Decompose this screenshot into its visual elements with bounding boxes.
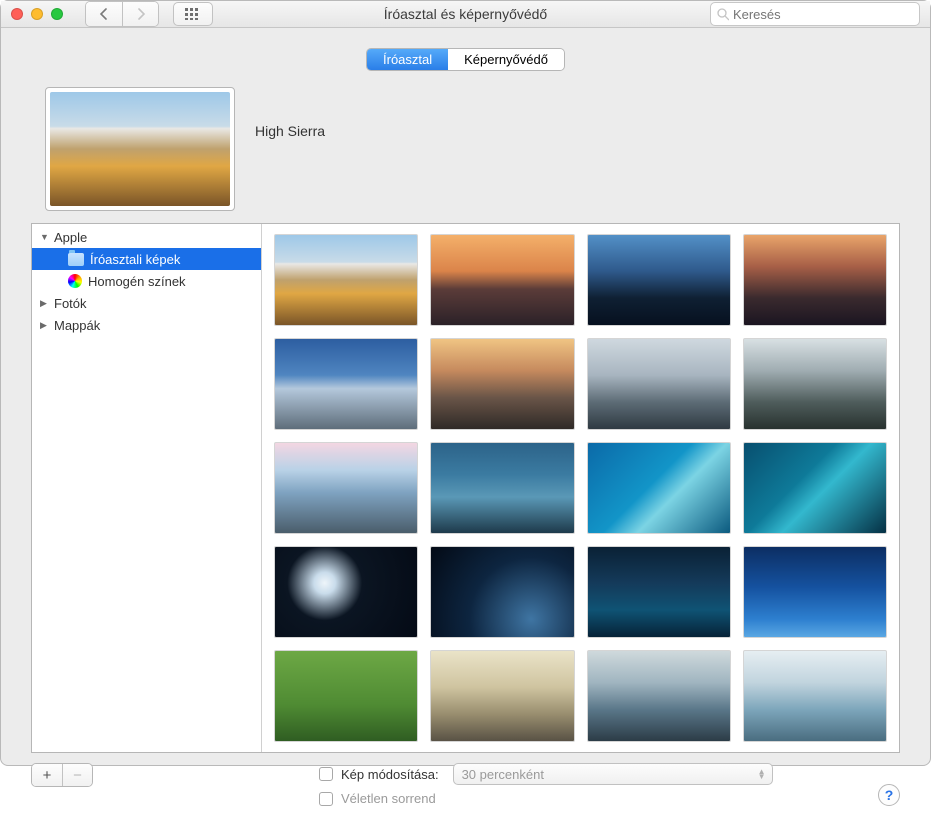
wallpaper-thumb[interactable]	[587, 442, 731, 534]
wallpaper-thumb[interactable]	[274, 546, 418, 638]
wallpaper-image	[50, 92, 230, 206]
sidebar-item-apple[interactable]: ▼ Apple	[32, 226, 261, 248]
disclosure-right-icon: ▶	[40, 320, 50, 331]
remove-folder-button[interactable]: −	[62, 764, 92, 786]
current-wallpaper-name: High Sierra	[255, 123, 325, 139]
change-picture-checkbox[interactable]	[319, 767, 333, 781]
search-icon	[717, 8, 729, 21]
wallpaper-thumb[interactable]	[430, 338, 574, 430]
help-button[interactable]: ?	[878, 784, 900, 806]
wallpaper-thumb[interactable]	[587, 234, 731, 326]
show-all-button[interactable]	[173, 2, 213, 26]
forward-button[interactable]	[122, 2, 158, 26]
wallpaper-thumb[interactable]	[743, 442, 887, 534]
sidebar-label: Homogén színek	[88, 274, 186, 289]
current-wallpaper-row: High Sierra	[45, 87, 900, 211]
nav-buttons	[85, 1, 159, 27]
wallpaper-thumb[interactable]	[430, 546, 574, 638]
wallpaper-thumb[interactable]	[274, 234, 418, 326]
search-input[interactable]	[733, 7, 913, 22]
interval-value: 30 percenként	[462, 767, 544, 782]
random-order-row: Véletlen sorrend	[319, 791, 878, 806]
chevron-right-icon	[136, 8, 146, 20]
folder-icon	[68, 253, 84, 266]
back-button[interactable]	[86, 2, 122, 26]
source-sidebar[interactable]: ▼ Apple Íróasztali képek Homogén színek …	[32, 224, 262, 752]
wallpaper-thumb[interactable]	[743, 234, 887, 326]
sidebar-label: Mappák	[54, 318, 100, 333]
wallpaper-thumb[interactable]	[430, 650, 574, 742]
wallpaper-thumb[interactable]	[430, 442, 574, 534]
tab-desktop[interactable]: Íróasztal	[367, 49, 448, 70]
sidebar-item-folders[interactable]: ▶ Mappák	[32, 314, 261, 336]
sidebar-label: Apple	[54, 230, 87, 245]
search-field[interactable]	[710, 2, 920, 26]
random-order-checkbox[interactable]	[319, 792, 333, 806]
wallpaper-thumb[interactable]	[743, 338, 887, 430]
current-wallpaper-preview	[45, 87, 235, 211]
zoom-window-button[interactable]	[51, 8, 63, 20]
tab-screensaver[interactable]: Képernyővédő	[448, 49, 564, 70]
updown-icon: ▲▼	[758, 769, 766, 779]
wallpaper-gallery[interactable]	[262, 224, 899, 752]
add-remove-group: + −	[31, 763, 93, 787]
minimize-window-button[interactable]	[31, 8, 43, 20]
sidebar-label: Íróasztali képek	[90, 252, 180, 267]
sidebar-item-desktop-pictures[interactable]: Íróasztali képek	[32, 248, 261, 270]
sidebar-item-photos[interactable]: ▶ Fotók	[32, 292, 261, 314]
bottom-controls: + − Kép módosítása: 30 percenként ▲▼ Vél…	[31, 763, 900, 806]
close-window-button[interactable]	[11, 8, 23, 20]
sidebar-item-solid-colors[interactable]: Homogén színek	[32, 270, 261, 292]
change-picture-row: Kép módosítása: 30 percenként ▲▼	[319, 763, 878, 785]
wallpaper-thumb[interactable]	[587, 650, 731, 742]
wallpaper-thumb[interactable]	[587, 338, 731, 430]
change-picture-label: Kép módosítása:	[341, 767, 439, 782]
traffic-lights	[11, 8, 63, 20]
wallpaper-thumb[interactable]	[274, 442, 418, 534]
wallpaper-thumb[interactable]	[743, 546, 887, 638]
change-options: Kép módosítása: 30 percenként ▲▼ Véletle…	[319, 763, 878, 806]
titlebar: Íróasztal és képernyővédő	[1, 1, 930, 28]
chevron-left-icon	[99, 8, 109, 20]
wallpaper-thumb[interactable]	[274, 650, 418, 742]
disclosure-right-icon: ▶	[40, 298, 50, 309]
add-folder-button[interactable]: +	[32, 764, 62, 786]
interval-select[interactable]: 30 percenként ▲▼	[453, 763, 773, 785]
wallpaper-thumb[interactable]	[743, 650, 887, 742]
content-area: Íróasztal Képernyővédő High Sierra ▼ App…	[1, 28, 930, 830]
sidebar-label: Fotók	[54, 296, 87, 311]
grid-icon	[185, 8, 201, 20]
random-order-label: Véletlen sorrend	[341, 791, 436, 806]
wallpaper-thumb[interactable]	[587, 546, 731, 638]
wallpaper-thumb[interactable]	[430, 234, 574, 326]
tab-group: Íróasztal Képernyővédő	[366, 48, 565, 71]
picker-panels: ▼ Apple Íróasztali képek Homogén színek …	[31, 223, 900, 753]
prefpane-window: Íróasztal és képernyővédő Íróasztal Képe…	[0, 0, 931, 766]
disclosure-down-icon: ▼	[40, 232, 50, 242]
colorwheel-icon	[68, 274, 82, 288]
wallpaper-thumb[interactable]	[274, 338, 418, 430]
